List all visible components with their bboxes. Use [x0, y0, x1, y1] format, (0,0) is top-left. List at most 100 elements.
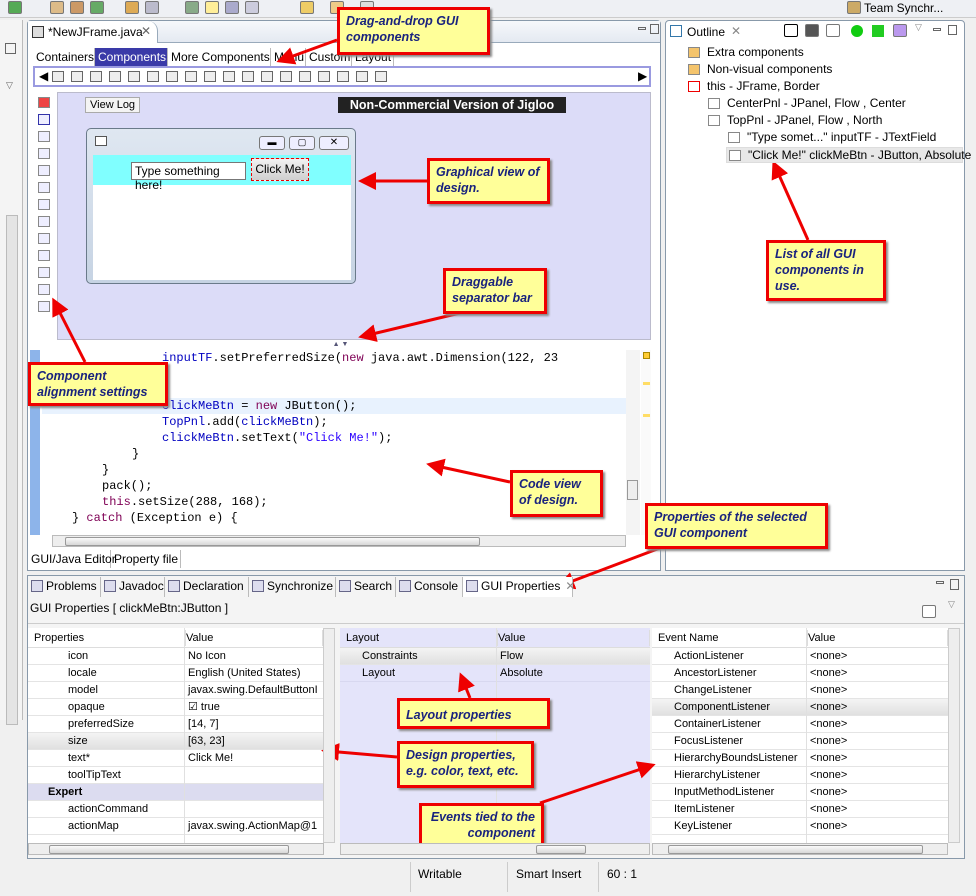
- properties-vscrollbar[interactable]: [323, 628, 335, 843]
- events-row[interactable]: ComponentListener <none>: [652, 699, 948, 716]
- properties-row[interactable]: preferredSize [14, 7]: [28, 716, 323, 733]
- hscrollbar[interactable]: [28, 843, 324, 855]
- view-menu-icon[interactable]: ▽: [915, 22, 922, 33]
- properties-row[interactable]: icon No Icon: [28, 648, 323, 665]
- properties-row[interactable]: Expert: [28, 784, 323, 801]
- events-column-header[interactable]: Event Name: [658, 630, 808, 646]
- bottom-tab-problems[interactable]: Problems: [28, 577, 101, 597]
- jigloo-icon[interactable]: [185, 1, 199, 14]
- palette-tab-more-components[interactable]: More Components: [168, 48, 271, 66]
- events-value[interactable]: <none>: [810, 801, 847, 817]
- bottom-tab-javadoc[interactable]: Javadoc: [101, 577, 165, 597]
- bottom-tab-declaration[interactable]: Declaration: [165, 577, 249, 597]
- bottom-tab-search[interactable]: Search: [336, 577, 396, 597]
- checkbox-icon[interactable]: [109, 71, 121, 82]
- new-class-icon[interactable]: [70, 1, 84, 14]
- layout-column-header[interactable]: Layout: [346, 630, 498, 646]
- events-row[interactable]: HierarchyListener <none>: [652, 767, 948, 784]
- preview-icon[interactable]: [805, 24, 819, 37]
- scroll-thumb[interactable]: [627, 480, 638, 500]
- scroll-thumb[interactable]: [668, 845, 923, 854]
- align-12-icon[interactable]: [38, 301, 50, 312]
- palette-tab-menu[interactable]: Menu: [271, 48, 306, 66]
- events-row[interactable]: FocusListener <none>: [652, 733, 948, 750]
- open-type-icon[interactable]: [125, 1, 139, 14]
- properties-row[interactable]: opaque ☑ true: [28, 699, 323, 716]
- close-icon[interactable]: ✕: [141, 24, 151, 38]
- inherited-icon[interactable]: [872, 25, 884, 37]
- align-11-icon[interactable]: [38, 284, 50, 295]
- properties-value[interactable]: javax.swing.DefaultButtonI: [188, 682, 318, 698]
- close-icon[interactable]: ✕: [731, 24, 741, 38]
- layout-value[interactable]: Flow: [500, 648, 523, 664]
- align-9-icon[interactable]: [38, 250, 50, 261]
- frame-minimize-button[interactable]: ▬: [259, 136, 285, 150]
- warning-marker[interactable]: [643, 352, 650, 359]
- properties-row[interactable]: actionCommand: [28, 801, 323, 818]
- text-area-icon[interactable]: [280, 71, 292, 82]
- combo-box-icon[interactable]: [147, 71, 159, 82]
- layout-row[interactable]: Layout Absolute: [340, 665, 650, 682]
- events-row[interactable]: InputMethodListener <none>: [652, 784, 948, 801]
- input-textfield[interactable]: Type something here!: [131, 162, 246, 192]
- align-3-icon[interactable]: [38, 148, 50, 159]
- events-row[interactable]: ChangeListener <none>: [652, 682, 948, 699]
- events-row[interactable]: AncestorListener <none>: [652, 665, 948, 682]
- perspective-icon[interactable]: [847, 1, 861, 14]
- events-row[interactable]: KeyListener <none>: [652, 818, 948, 835]
- run-figure-icon[interactable]: [826, 24, 840, 37]
- bottom-tab-gui-properties[interactable]: GUI Properties ✕: [463, 577, 575, 597]
- next-annotation-icon[interactable]: [300, 1, 314, 14]
- editor-mode-tab[interactable]: Property file: [111, 550, 181, 568]
- properties-row[interactable]: toolTipText: [28, 767, 323, 784]
- properties-row[interactable]: actionMap javax.swing.ActionMap@1: [28, 818, 323, 835]
- button-icon[interactable]: [52, 71, 64, 82]
- scroll-left-icon[interactable]: ◀: [39, 69, 48, 83]
- scroll-thumb[interactable]: [49, 845, 289, 854]
- edit-icon[interactable]: [242, 71, 254, 82]
- editor-mode-tab[interactable]: GUI/Java Editor: [28, 550, 116, 568]
- tree-icon[interactable]: [337, 71, 349, 82]
- run-icon[interactable]: [8, 1, 22, 14]
- occurrence-marker[interactable]: [643, 414, 650, 417]
- align-2-icon[interactable]: [38, 131, 50, 142]
- events-row[interactable]: HierarchyBoundsListener <none>: [652, 750, 948, 767]
- view-menu-icon[interactable]: ▽: [948, 599, 955, 610]
- code-line[interactable]: }: [42, 446, 626, 462]
- minimize-icon[interactable]: [936, 581, 944, 584]
- table-icon[interactable]: [318, 71, 330, 82]
- maximize-icon[interactable]: [950, 579, 959, 590]
- hscrollbar[interactable]: [652, 843, 948, 855]
- layout-row[interactable]: Constraints Flow: [340, 648, 650, 665]
- pen-icon[interactable]: [205, 1, 219, 14]
- properties-row[interactable]: text* Click Me!: [28, 750, 323, 767]
- properties-value[interactable]: ☑ true: [188, 699, 220, 715]
- events-value[interactable]: <none>: [810, 682, 847, 698]
- view-log-button[interactable]: View Log: [85, 97, 141, 113]
- properties-value[interactable]: Click Me!: [188, 750, 233, 766]
- align-6-icon[interactable]: [38, 199, 50, 210]
- events-value[interactable]: <none>: [810, 750, 847, 766]
- events-value[interactable]: <none>: [810, 784, 847, 800]
- perspective-label[interactable]: Team Synchr...: [864, 1, 943, 15]
- progress-bar-icon[interactable]: [299, 71, 311, 82]
- maximize-icon[interactable]: [948, 25, 957, 35]
- scroll-thumb[interactable]: [536, 845, 586, 854]
- events-value[interactable]: <none>: [810, 818, 847, 834]
- align-4-icon[interactable]: [38, 165, 50, 176]
- outline-item[interactable]: "Click Me!" clickMeBtn - JButton, Absolu…: [726, 147, 971, 163]
- grid-icon[interactable]: [784, 24, 798, 37]
- text-field-rounded-icon[interactable]: [185, 71, 197, 82]
- toggle-icon[interactable]: [225, 1, 239, 14]
- events-row[interactable]: ItemListener <none>: [652, 801, 948, 818]
- code-vscrollbar[interactable]: [626, 350, 640, 535]
- align-5-icon[interactable]: [38, 182, 50, 193]
- panel-icon[interactable]: [375, 71, 387, 82]
- editor-tab[interactable]: *NewJFrame.java ✕: [28, 21, 158, 43]
- align-1-icon[interactable]: [38, 114, 50, 125]
- align-0-icon[interactable]: [38, 97, 50, 108]
- green-dot-icon[interactable]: [851, 25, 863, 37]
- left-scrollbar[interactable]: [6, 215, 18, 725]
- frame-maximize-button[interactable]: ▢: [289, 136, 315, 150]
- events-value[interactable]: <none>: [810, 767, 847, 783]
